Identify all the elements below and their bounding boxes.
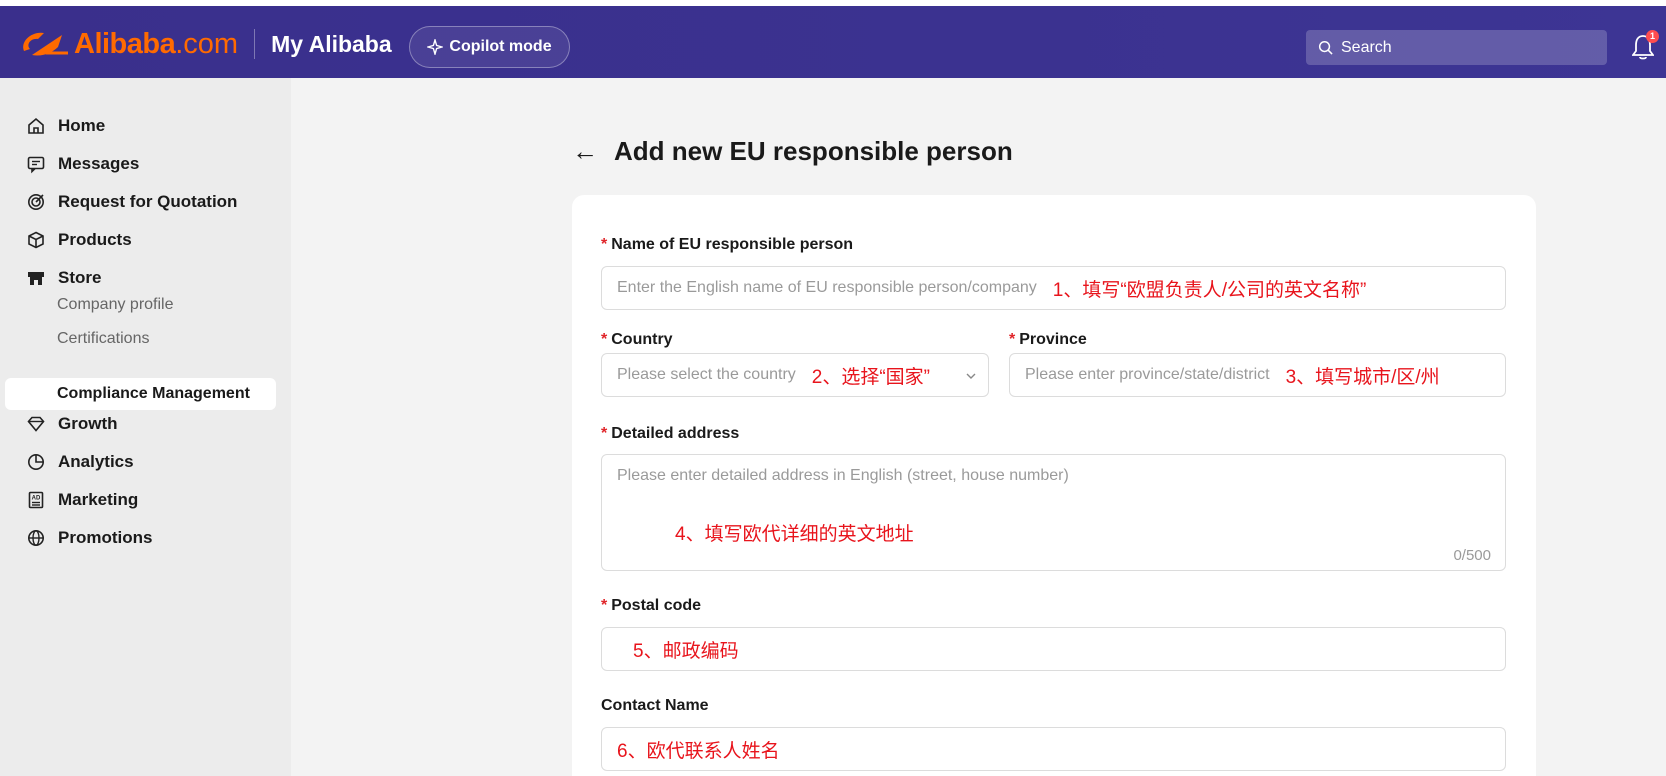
alibaba-logo-icon	[23, 32, 68, 56]
sidebar-item-promotions[interactable]: Promotions	[26, 526, 152, 550]
postal-code-annotation: 5、邮政编码	[633, 640, 739, 662]
sidebar-item-growth[interactable]: Growth	[26, 412, 118, 436]
province-label: * Province	[1009, 331, 1087, 348]
section-title: My Alibaba	[271, 30, 392, 57]
notification-badge: 1	[1646, 30, 1659, 43]
country-annotation: 2、选择“国家”	[811, 366, 930, 388]
sidebar-item-store[interactable]: Store	[26, 266, 101, 290]
sidebar-item-label: Promotions	[58, 528, 153, 547]
province-annotation: 3、填写城市/区/州	[1285, 366, 1440, 388]
eu-person-name-input[interactable]: Enter the English name of EU responsible…	[601, 266, 1506, 310]
sidebar-item-label: Request for Quotation	[58, 192, 238, 211]
page-header: ← Add new EU responsible person	[572, 136, 1013, 167]
sidebar-item-label: Analytics	[58, 452, 134, 471]
contact-name-annotation: 6、欧代联系人姓名	[617, 740, 780, 762]
name-label: * Name of EU responsible person	[601, 236, 854, 253]
country-label: * Country	[601, 331, 673, 348]
logo-suffix: .com	[175, 27, 239, 60]
name-placeholder: Enter the English name of EU responsible…	[617, 279, 1037, 296]
store-icon	[28, 272, 44, 285]
back-arrow-icon[interactable]: ←	[572, 136, 598, 167]
copilot-mode-button[interactable]: Copilot mode	[409, 26, 570, 68]
top-bar: Alibaba .com My Alibaba Copilot mode Sear…	[0, 0, 1666, 78]
sidebar-subitem-compliance-management[interactable]: Compliance Management	[5, 378, 276, 410]
notification-button[interactable]: 1	[1631, 30, 1659, 60]
box-icon	[28, 231, 44, 249]
required-mark: *	[601, 597, 608, 614]
sidebar-item-home[interactable]: Home	[26, 114, 105, 138]
sidebar-item-rfq[interactable]: Request for Quotation	[26, 190, 237, 214]
province-placeholder: Please enter province/state/district	[1025, 366, 1270, 383]
search-input[interactable]: Search	[1306, 30, 1607, 65]
sidebar-item-messages[interactable]: Messages	[26, 152, 139, 176]
target-icon	[28, 194, 44, 210]
province-input[interactable]: Please enter province/state/district 3、填…	[1009, 353, 1506, 397]
required-mark: *	[601, 331, 608, 348]
globe-icon	[28, 530, 44, 546]
message-icon	[27, 156, 45, 174]
required-mark: *	[601, 425, 608, 442]
required-mark: *	[1009, 331, 1016, 348]
contact-name-label: Contact Name	[601, 697, 709, 714]
sidebar-item-marketing[interactable]: AD Marketing	[26, 488, 138, 512]
sidebar-item-label: Messages	[58, 154, 140, 173]
address-placeholder: Please enter detailed address in English…	[617, 467, 1069, 484]
sidebar-item-products[interactable]: Products	[26, 228, 132, 252]
sidebar-item-label: Store	[58, 268, 102, 287]
sidebar-item-label: Home	[58, 116, 106, 135]
address-char-counter: 0/500	[1453, 547, 1491, 564]
home-icon	[28, 117, 44, 134]
copilot-mode-label: Copilot mode	[449, 38, 552, 55]
contact-name-input[interactable]: 6、欧代联系人姓名	[601, 727, 1506, 771]
alibaba-logo[interactable]: Alibaba .com My Alibaba	[18, 26, 392, 62]
logo-divider	[254, 29, 256, 59]
sidebar: Home Messages Request for Quotation Prod…	[0, 78, 291, 776]
ad-icon: AD	[28, 491, 44, 509]
sidebar-item-label: Products	[58, 230, 132, 249]
sidebar-item-label: Marketing	[58, 490, 139, 509]
logo-text: Alibaba	[74, 27, 176, 60]
sidebar-item-label: Growth	[58, 414, 118, 433]
country-select[interactable]: Please select the country 2、选择“国家”	[601, 353, 989, 397]
page-title: Add new EU responsible person	[614, 136, 1013, 166]
postal-code-label: * Postal code	[601, 597, 702, 614]
sidebar-item-analytics[interactable]: Analytics	[26, 450, 134, 474]
address-annotation: 4、填写欧代详细的英文地址	[675, 524, 914, 545]
chevron-down-icon	[966, 373, 976, 379]
diamond-icon	[27, 416, 45, 432]
pie-chart-icon	[28, 454, 44, 470]
sparkle-icon	[427, 39, 444, 55]
sidebar-subitem-certifications[interactable]: Certifications	[57, 330, 149, 348]
search-placeholder: Search	[1341, 38, 1392, 56]
required-mark: *	[601, 236, 608, 253]
address-label: * Detailed address	[601, 425, 740, 442]
svg-text:AD: AD	[32, 496, 41, 502]
country-placeholder: Please select the country	[617, 366, 796, 383]
name-annotation: 1、填写“欧盟负责人/公司的英文名称”	[1052, 279, 1367, 301]
search-icon	[1318, 40, 1333, 55]
sidebar-subitem-company-profile[interactable]: Company profile	[57, 296, 174, 314]
postal-code-input[interactable]: 5、邮政编码	[601, 627, 1506, 671]
address-textarea[interactable]: Please enter detailed address in English…	[601, 454, 1506, 571]
